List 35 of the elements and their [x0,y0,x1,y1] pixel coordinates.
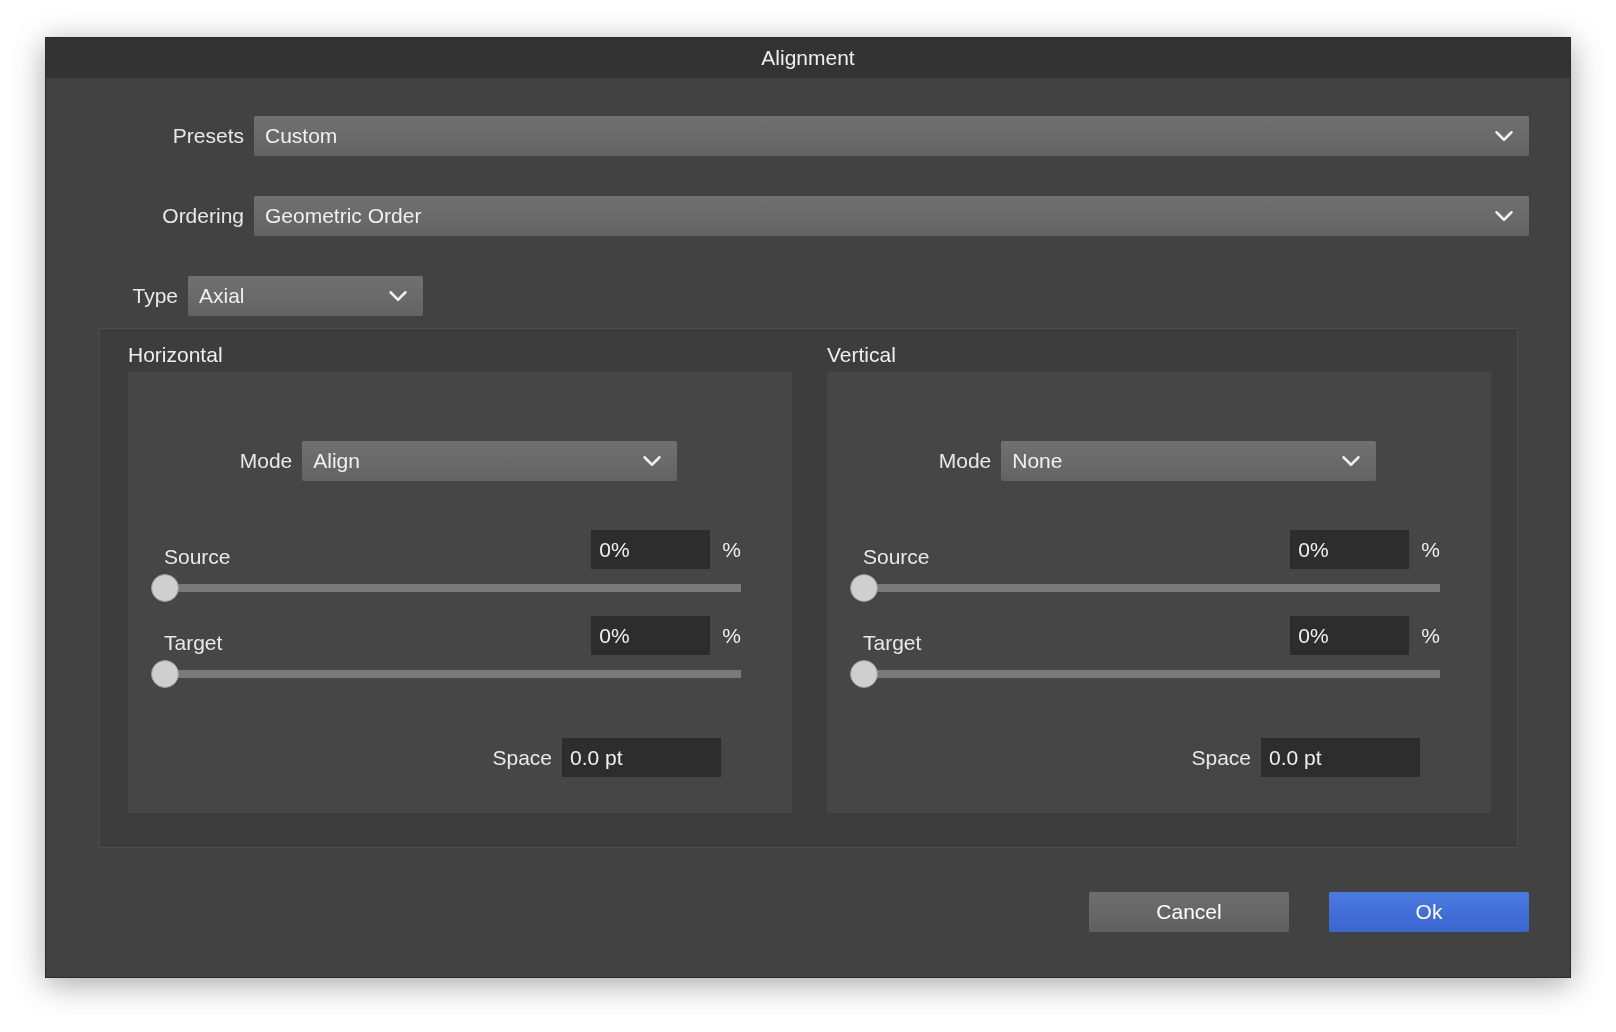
field-label: Space [1191,745,1251,770]
slider-thumb[interactable] [151,660,179,688]
input-field[interactable]: 0% [591,616,711,655]
field-label: Mode [938,449,992,473]
unit-label: % [1421,623,1440,648]
unit-label: % [722,537,741,562]
field-label: Space [492,745,552,770]
section-title: Vertical [827,343,897,367]
slider-label: Source [164,545,231,569]
section-title: Horizontal [128,343,224,367]
slider-label: Target [863,631,922,655]
ok-button[interactable]: Ok [1329,892,1529,932]
input-field[interactable]: 0.0 pt [1261,738,1420,777]
field-label: Ordering [161,204,244,228]
field-label: Presets [171,124,244,148]
input-field[interactable]: 0% [591,530,711,569]
dropdown[interactable]: Geometric Order [254,196,1529,236]
field-label: Mode [239,449,293,473]
window-title: Alignment [761,46,855,70]
slider-thumb[interactable] [151,574,179,602]
dropdown[interactable]: Align [302,441,678,481]
dropdown[interactable]: None [1001,441,1377,481]
unit-label: % [722,623,741,648]
slider-thumb[interactable] [850,574,878,602]
input-field[interactable]: 0.0 pt [562,738,721,777]
slider-thumb[interactable] [850,660,878,688]
input-field[interactable]: 0% [1290,616,1410,655]
cancel-button[interactable]: Cancel [1089,892,1289,932]
input-field[interactable]: 0% [1290,530,1410,569]
dropdown[interactable]: Axial [188,276,423,316]
dropdown[interactable]: Custom [254,116,1529,156]
field-label: Type [131,284,178,308]
slider-label: Source [863,545,930,569]
unit-label: % [1421,537,1440,562]
slider-label: Target [164,631,223,655]
